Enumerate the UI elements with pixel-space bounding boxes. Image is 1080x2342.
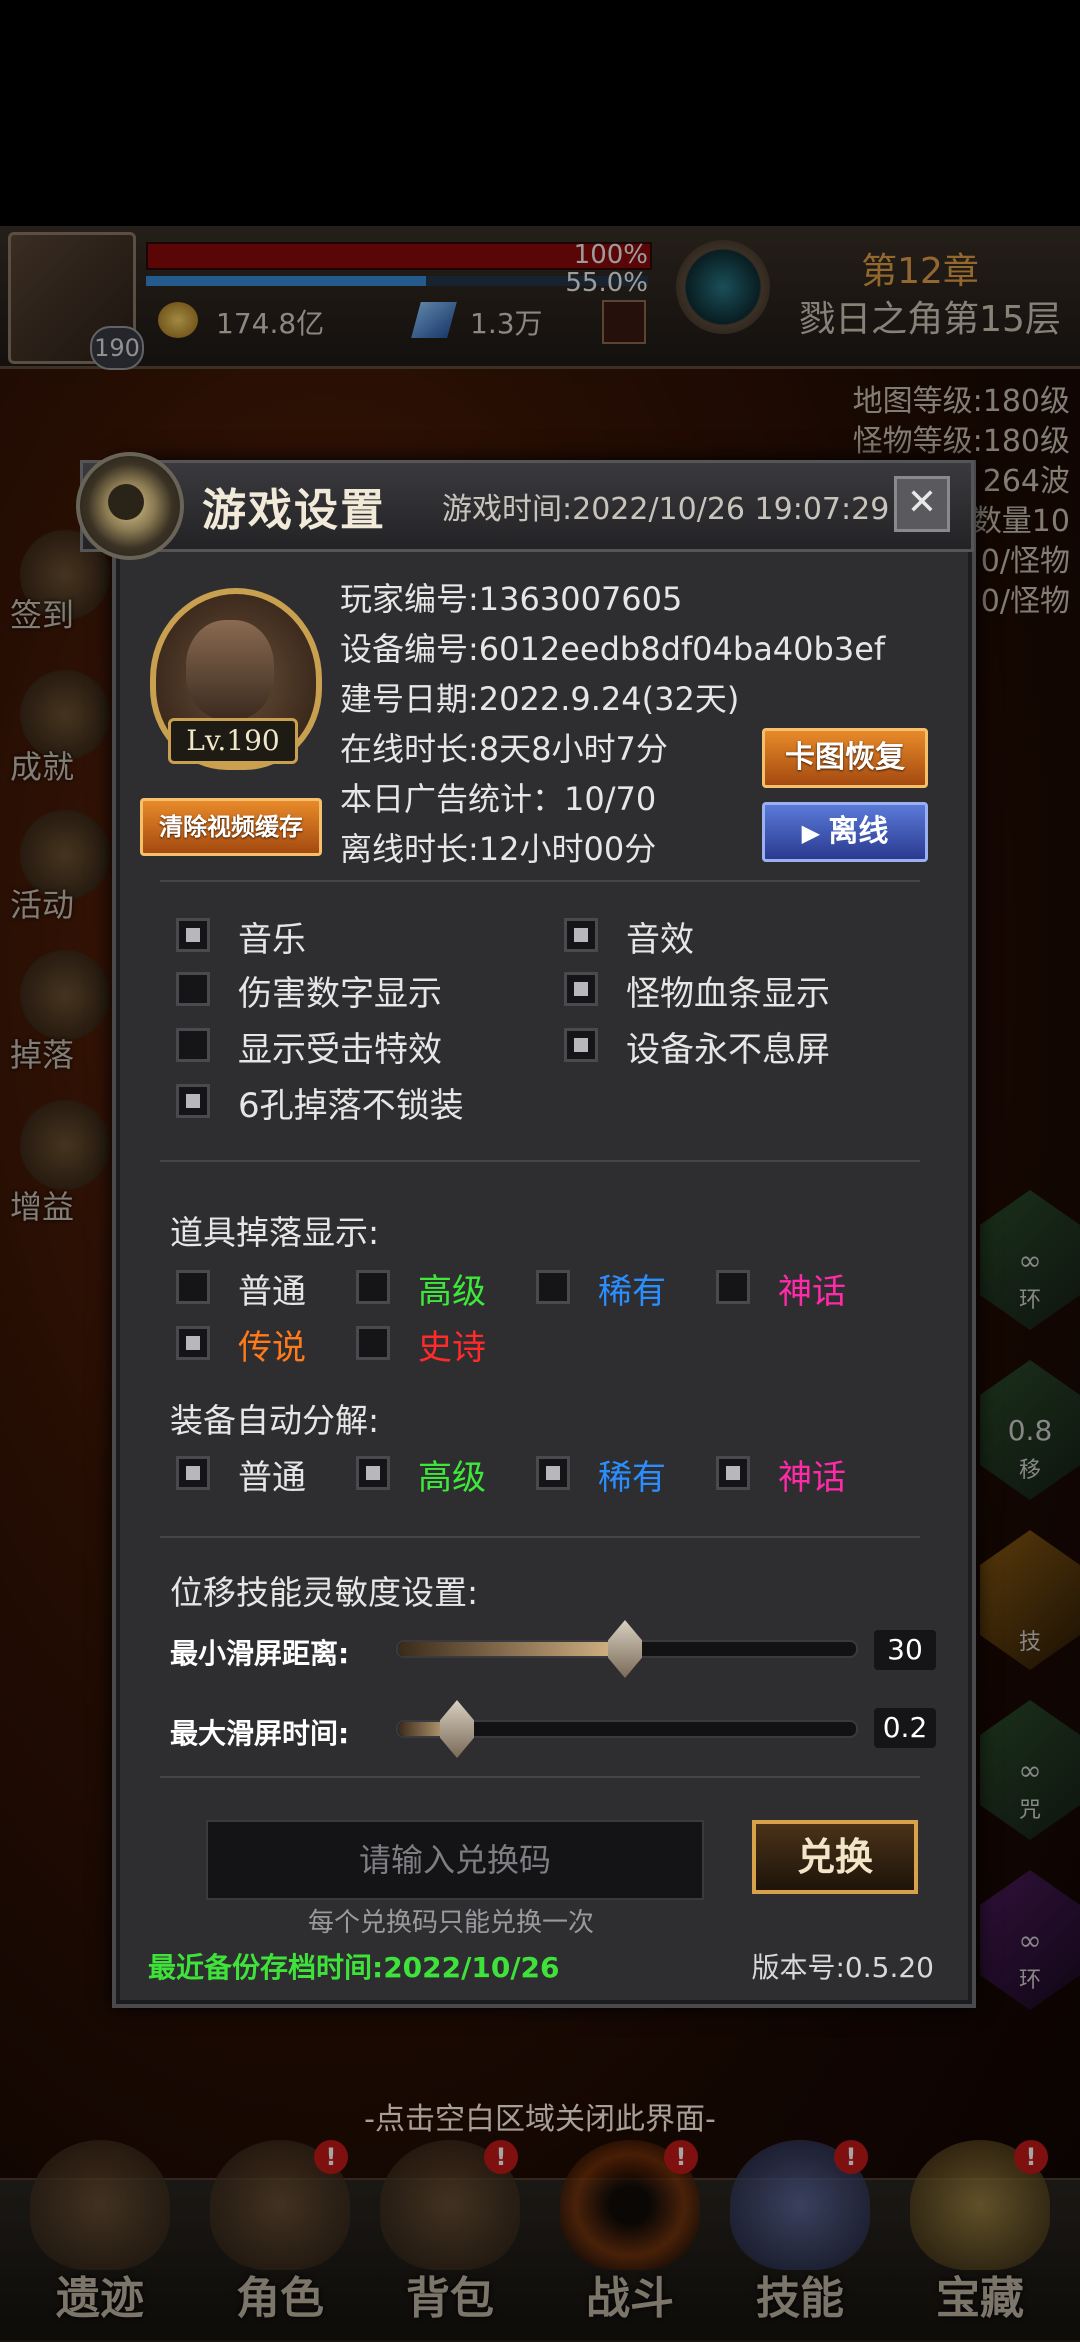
device-id: 设备编号:6012eedb8df04ba40b3ef xyxy=(340,630,886,668)
drop-epic-checkbox[interactable] xyxy=(356,1326,390,1360)
drop-legendary-label: 传说 xyxy=(238,1328,306,1368)
close-hint: -点击空白区域关闭此界面- xyxy=(364,2102,716,2137)
min-swipe-distance-value: 30 xyxy=(874,1630,936,1670)
game-time: 游戏时间:2022/10/26 19:07:29 xyxy=(442,492,890,527)
drop-display-title: 道具掉落显示: xyxy=(170,1213,380,1252)
drop-legendary-checkbox[interactable] xyxy=(176,1326,210,1360)
music-label: 音乐 xyxy=(238,920,306,960)
sensitivity-title: 位移技能灵敏度设置: xyxy=(170,1573,479,1612)
redeem-button[interactable]: 兑换 xyxy=(752,1820,918,1894)
divider xyxy=(160,1160,920,1162)
online-time: 在线时长:8天8小时7分 xyxy=(340,730,668,768)
created-date: 建号日期:2022.9.24(32天) xyxy=(340,680,740,718)
sound-effects-checkbox[interactable] xyxy=(564,918,598,952)
decompose-common-label: 普通 xyxy=(238,1458,306,1498)
drop-epic-label: 史诗 xyxy=(418,1328,486,1368)
sound-effects-label: 音效 xyxy=(626,920,694,960)
video-camera-icon: ▶ xyxy=(801,819,829,847)
close-button[interactable]: ✕ xyxy=(894,476,950,532)
music-checkbox[interactable] xyxy=(176,918,210,952)
offline-button[interactable]: ▶ 离线 xyxy=(762,802,928,862)
drop-common-checkbox[interactable] xyxy=(176,1270,210,1304)
decompose-mythic-checkbox[interactable] xyxy=(716,1456,750,1490)
monster-hp-bar-label: 怪物血条显示 xyxy=(626,974,830,1014)
decompose-advanced-label: 高级 xyxy=(418,1458,486,1498)
divider xyxy=(160,1536,920,1538)
decompose-mythic-label: 神话 xyxy=(778,1458,846,1498)
decompose-common-checkbox[interactable] xyxy=(176,1456,210,1490)
drop-mythic-checkbox[interactable] xyxy=(716,1270,750,1304)
gear-icon-center xyxy=(108,484,144,520)
decompose-advanced-checkbox[interactable] xyxy=(356,1456,390,1490)
six-socket-unlock-checkbox[interactable] xyxy=(176,1084,210,1118)
drop-advanced-checkbox[interactable] xyxy=(356,1270,390,1304)
offline-button-label: 离线 xyxy=(828,814,889,849)
screen-always-on-label: 设备永不息屏 xyxy=(626,1030,830,1070)
drop-mythic-label: 神话 xyxy=(778,1272,846,1312)
six-socket-unlock-label: 6孔掉落不锁装 xyxy=(238,1086,464,1126)
hit-effect-checkbox[interactable] xyxy=(176,1028,210,1062)
version-number: 版本号:0.5.20 xyxy=(751,1951,935,1984)
decompose-rare-label: 稀有 xyxy=(598,1458,666,1498)
divider xyxy=(160,1776,920,1778)
drop-rare-label: 稀有 xyxy=(598,1272,666,1312)
clear-video-cache-button[interactable]: 清除视频缓存 xyxy=(140,798,322,856)
monster-hp-bar-checkbox[interactable] xyxy=(564,972,598,1006)
backup-time: 最近备份存档时间:2022/10/26 xyxy=(148,1951,560,1984)
player-id: 玩家编号:1363007605 xyxy=(340,580,683,618)
divider xyxy=(160,880,920,882)
drop-common-label: 普通 xyxy=(238,1272,306,1312)
auto-decompose-title: 装备自动分解: xyxy=(170,1401,380,1440)
max-swipe-time-label: 最大滑屏时间: xyxy=(170,1717,350,1750)
min-swipe-distance-fill xyxy=(398,1642,625,1656)
decompose-rare-checkbox[interactable] xyxy=(536,1456,570,1490)
ad-stats: 本日广告统计：10/70 xyxy=(340,780,657,818)
drop-advanced-label: 高级 xyxy=(418,1272,486,1312)
min-swipe-distance-label: 最小滑屏距离: xyxy=(170,1637,350,1670)
damage-numbers-checkbox[interactable] xyxy=(176,972,210,1006)
damage-numbers-label: 伤害数字显示 xyxy=(238,974,442,1014)
redeem-hint: 每个兑换码只能兑换一次 xyxy=(307,1908,594,1938)
dialog-title: 游戏设置 xyxy=(202,485,386,536)
screen-always-on-checkbox[interactable] xyxy=(564,1028,598,1062)
drop-rare-checkbox[interactable] xyxy=(536,1270,570,1304)
offline-time: 离线时长:12小时00分 xyxy=(340,830,657,868)
hit-effect-label: 显示受击特效 xyxy=(238,1030,442,1070)
portrait-face xyxy=(186,620,274,720)
redeem-code-input[interactable] xyxy=(206,1820,704,1900)
max-swipe-time-value: 0.2 xyxy=(874,1708,936,1748)
map-recovery-button[interactable]: 卡图恢复 xyxy=(762,728,928,788)
portrait-level: Lv.190 xyxy=(168,718,298,764)
